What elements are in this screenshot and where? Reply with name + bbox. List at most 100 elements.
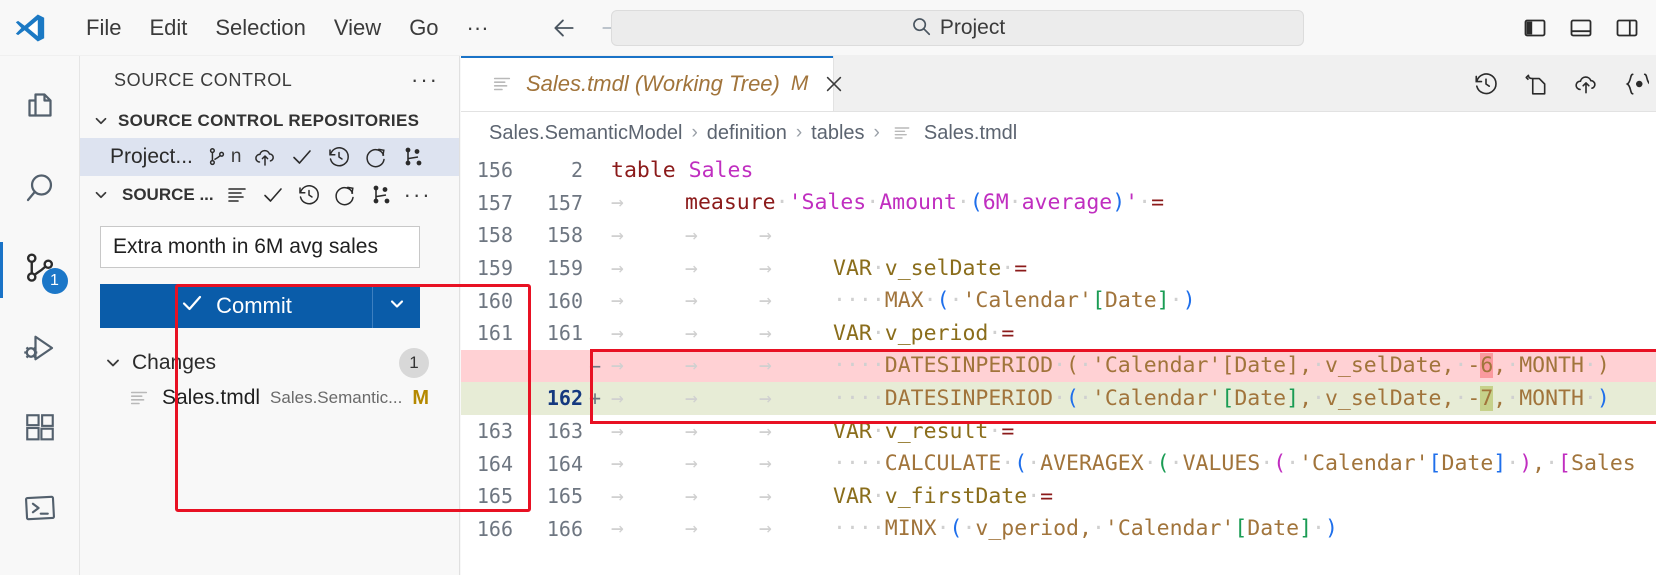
breadcrumb-item-3[interactable]: Sales.tmdl <box>924 122 1017 145</box>
code-line[interactable]: 1562table Sales <box>461 154 1656 187</box>
check-icon[interactable] <box>260 182 286 208</box>
source-control-badge: 1 <box>42 268 68 294</box>
branch-indicator[interactable]: n <box>204 144 242 170</box>
activity-item-search[interactable] <box>0 150 80 230</box>
toggle-secondary-sidebar-icon[interactable] <box>1614 15 1640 41</box>
code-line[interactable]: 166166→→→····MINX·(·v_period,·'Calendar'… <box>461 513 1656 546</box>
code-line[interactable]: 159159→→→VAR·v_selDate·= <box>461 252 1656 285</box>
menu-selection[interactable]: Selection <box>201 11 320 45</box>
close-icon[interactable] <box>823 71 845 97</box>
command-center-search[interactable]: Project <box>611 10 1304 46</box>
code-line[interactable]: 157157 →measure·'Sales·Amount·(6M·average… <box>461 187 1656 220</box>
repository-row[interactable]: Project... n <box>80 138 459 176</box>
graph-icon[interactable] <box>368 182 394 208</box>
cloud-upload-icon[interactable] <box>252 144 278 170</box>
code-line[interactable]: 162+→→→····DATESINPERIOD·(·'Calendar'[Da… <box>461 382 1656 415</box>
breadcrumb: Sales.SemanticModel › definition › table… <box>461 112 1656 154</box>
line-number-modified: 2 <box>517 158 585 182</box>
section-label: SOURCE ... <box>122 185 214 205</box>
sidebar-title-bar: SOURCE CONTROL ··· <box>80 56 459 104</box>
back-arrow-icon[interactable] <box>547 13 581 43</box>
code-line[interactable]: 158158→→→ <box>461 219 1656 252</box>
diff-marker: + <box>585 386 605 410</box>
activity-item-explorer[interactable] <box>0 70 80 150</box>
line-number-modified: 157 <box>517 191 585 215</box>
repository-name: Project... <box>110 145 193 169</box>
commit-dropdown-button[interactable] <box>372 284 420 328</box>
code-text: →→→ <box>605 223 1656 248</box>
line-number-modified: 166 <box>517 517 585 541</box>
toggle-panel-icon[interactable] <box>1568 15 1594 41</box>
refresh-icon[interactable] <box>363 144 389 170</box>
open-changes-icon[interactable] <box>1522 70 1550 98</box>
changes-group-header[interactable]: Changes 1 <box>100 346 443 380</box>
line-number-modified: 163 <box>517 419 585 443</box>
code-line[interactable]: 160160→→→····MAX·(·'Calendar'[Date]·) <box>461 284 1656 317</box>
activity-item-source-control[interactable]: 1 <box>0 230 80 310</box>
code-line[interactable]: 165165→→→VAR·v_firstDate·= <box>461 480 1656 513</box>
breadcrumb-item-1[interactable]: definition <box>707 122 787 145</box>
line-number-modified: 165 <box>517 484 585 508</box>
code-line[interactable]: 163163→→→VAR·v_result·= <box>461 415 1656 448</box>
line-number-original: 158 <box>461 223 517 247</box>
sidebar-more-actions-icon[interactable]: ··· <box>411 75 439 85</box>
code-line[interactable]: 164164→→→····CALCULATE·(·AVERAGEX·(·VALU… <box>461 447 1656 480</box>
branch-icon <box>204 144 230 170</box>
section-source-control[interactable]: SOURCE ... ··· <box>80 176 459 214</box>
files-icon <box>22 90 58 131</box>
title-bar: File Edit Selection View Go ··· Project <box>0 0 1656 56</box>
vscode-window: File Edit Selection View Go ··· Project <box>0 0 1656 575</box>
breadcrumb-item-0[interactable]: Sales.SemanticModel <box>489 122 682 145</box>
commit-button-group: Commit <box>100 284 420 328</box>
menu-go[interactable]: Go <box>395 11 452 45</box>
code-line[interactable]: 161161→→→VAR·v_period·= <box>461 317 1656 350</box>
menu-view[interactable]: View <box>320 11 395 45</box>
chevron-down-icon <box>387 294 407 319</box>
sidebar-title: SOURCE CONTROL <box>114 70 292 91</box>
line-number-original: 164 <box>461 452 517 476</box>
search-icon <box>22 170 58 211</box>
code-text: →→→VAR·v_result·= <box>605 419 1656 444</box>
toggle-primary-sidebar-icon[interactable] <box>1522 15 1548 41</box>
history-icon[interactable] <box>296 182 322 208</box>
tmdl-file-icon <box>889 120 915 146</box>
vscode-logo-icon <box>6 11 54 45</box>
activity-item-run-and-debug[interactable] <box>0 310 80 390</box>
history-icon[interactable] <box>1472 70 1500 98</box>
list-item[interactable]: Sales.tmdl Sales.Semantic... M <box>100 380 443 416</box>
history-icon[interactable] <box>326 144 352 170</box>
settings-brace-icon[interactable] <box>1622 70 1650 98</box>
check-icon[interactable] <box>289 144 315 170</box>
menu-edit[interactable]: Edit <box>135 11 201 45</box>
line-number-original: 157 <box>461 191 517 215</box>
cloud-upload-icon[interactable] <box>1572 70 1600 98</box>
diff-editor-content[interactable]: 1562table Sales 157157 →measure·'Sales·Amo… <box>461 154 1656 575</box>
breadcrumb-item-2[interactable]: tables <box>811 122 864 145</box>
line-number-original: 156 <box>461 158 517 182</box>
tmdl-file-icon <box>126 385 152 411</box>
chevron-down-icon <box>90 110 112 132</box>
branch-name: n <box>231 146 242 168</box>
activity-item-terminal[interactable] <box>0 470 80 550</box>
menu-more[interactable]: ··· <box>453 11 503 45</box>
tab-sales-tmdl-working-tree[interactable]: Sales.tmdl (Working Tree) M <box>461 56 834 112</box>
graph-icon[interactable] <box>400 144 426 170</box>
scm-more-actions-icon[interactable]: ··· <box>404 190 432 200</box>
commit-message-input[interactable]: Extra month in 6M avg sales <box>100 226 420 268</box>
line-number-modified: 160 <box>517 289 585 313</box>
line-number-original: 159 <box>461 256 517 280</box>
view-as-list-icon[interactable] <box>224 182 250 208</box>
extensions-icon <box>23 411 57 450</box>
file-path: Sales.Semantic... <box>270 388 402 408</box>
code-line[interactable]: −→→→····DATESINPERIOD·(·'Calendar'[Date]… <box>461 350 1656 383</box>
code-text: →measure·'Sales·Amount·(6M·average)'·= <box>605 190 1656 215</box>
activity-bar: 1 <box>0 56 80 575</box>
tab-title: Sales.tmdl (Working Tree) <box>526 71 780 97</box>
breadcrumb-separator: › <box>796 122 802 144</box>
menu-file[interactable]: File <box>72 11 135 45</box>
line-number-modified: 164 <box>517 452 585 476</box>
activity-item-extensions[interactable] <box>0 390 80 470</box>
section-source-control-repositories[interactable]: SOURCE CONTROL REPOSITORIES <box>80 104 459 138</box>
refresh-icon[interactable] <box>332 182 358 208</box>
commit-button[interactable]: Commit <box>100 284 372 328</box>
